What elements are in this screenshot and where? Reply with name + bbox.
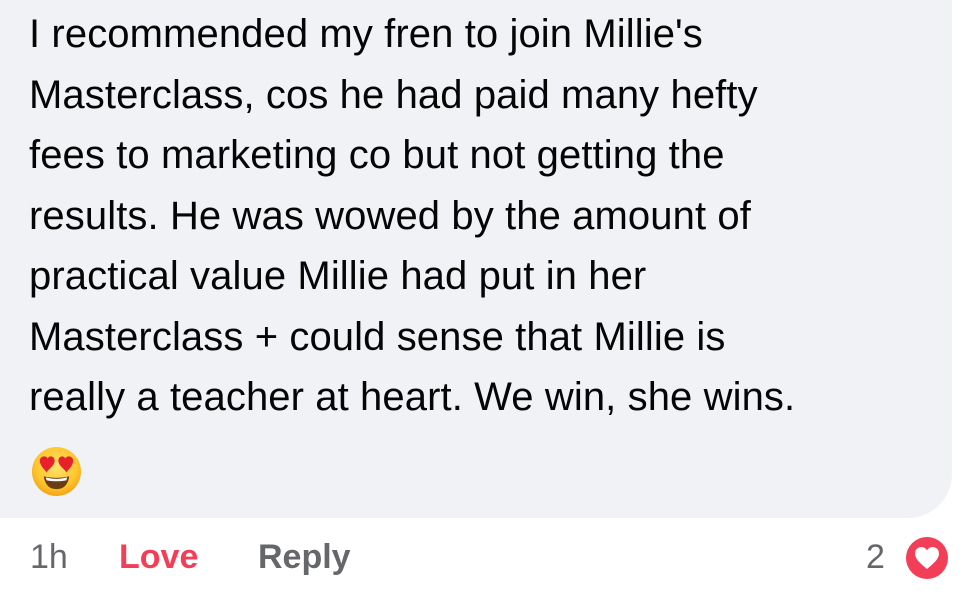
comment-line: results. He was wowed by the amount of (29, 193, 751, 238)
reaction-count[interactable]: 2 (866, 538, 885, 577)
comment-line: practical value Millie had put in her (29, 254, 647, 298)
comment-line: Masterclass, cos he had paid many hefty (29, 72, 758, 117)
comment-line: Masterclass + could sense that Millie is (29, 314, 726, 359)
comment-line: fees to marketing co but not getting the (29, 133, 725, 177)
smiling-face-with-heart-eyes-icon (31, 446, 82, 497)
heart-icon[interactable] (902, 533, 952, 583)
comment-line: really a teacher at heart. We win, she w… (29, 375, 796, 419)
comment-line: I recommended my fren to join Millie's (29, 12, 703, 56)
reply-button[interactable]: Reply (258, 538, 351, 577)
love-reaction-button[interactable]: Love (119, 538, 198, 577)
timestamp[interactable]: 1h (30, 538, 68, 577)
comment-actions: 1h Love Reply 2 (0, 528, 966, 588)
comment-text: I recommended my fren to join Millie's M… (29, 4, 929, 428)
